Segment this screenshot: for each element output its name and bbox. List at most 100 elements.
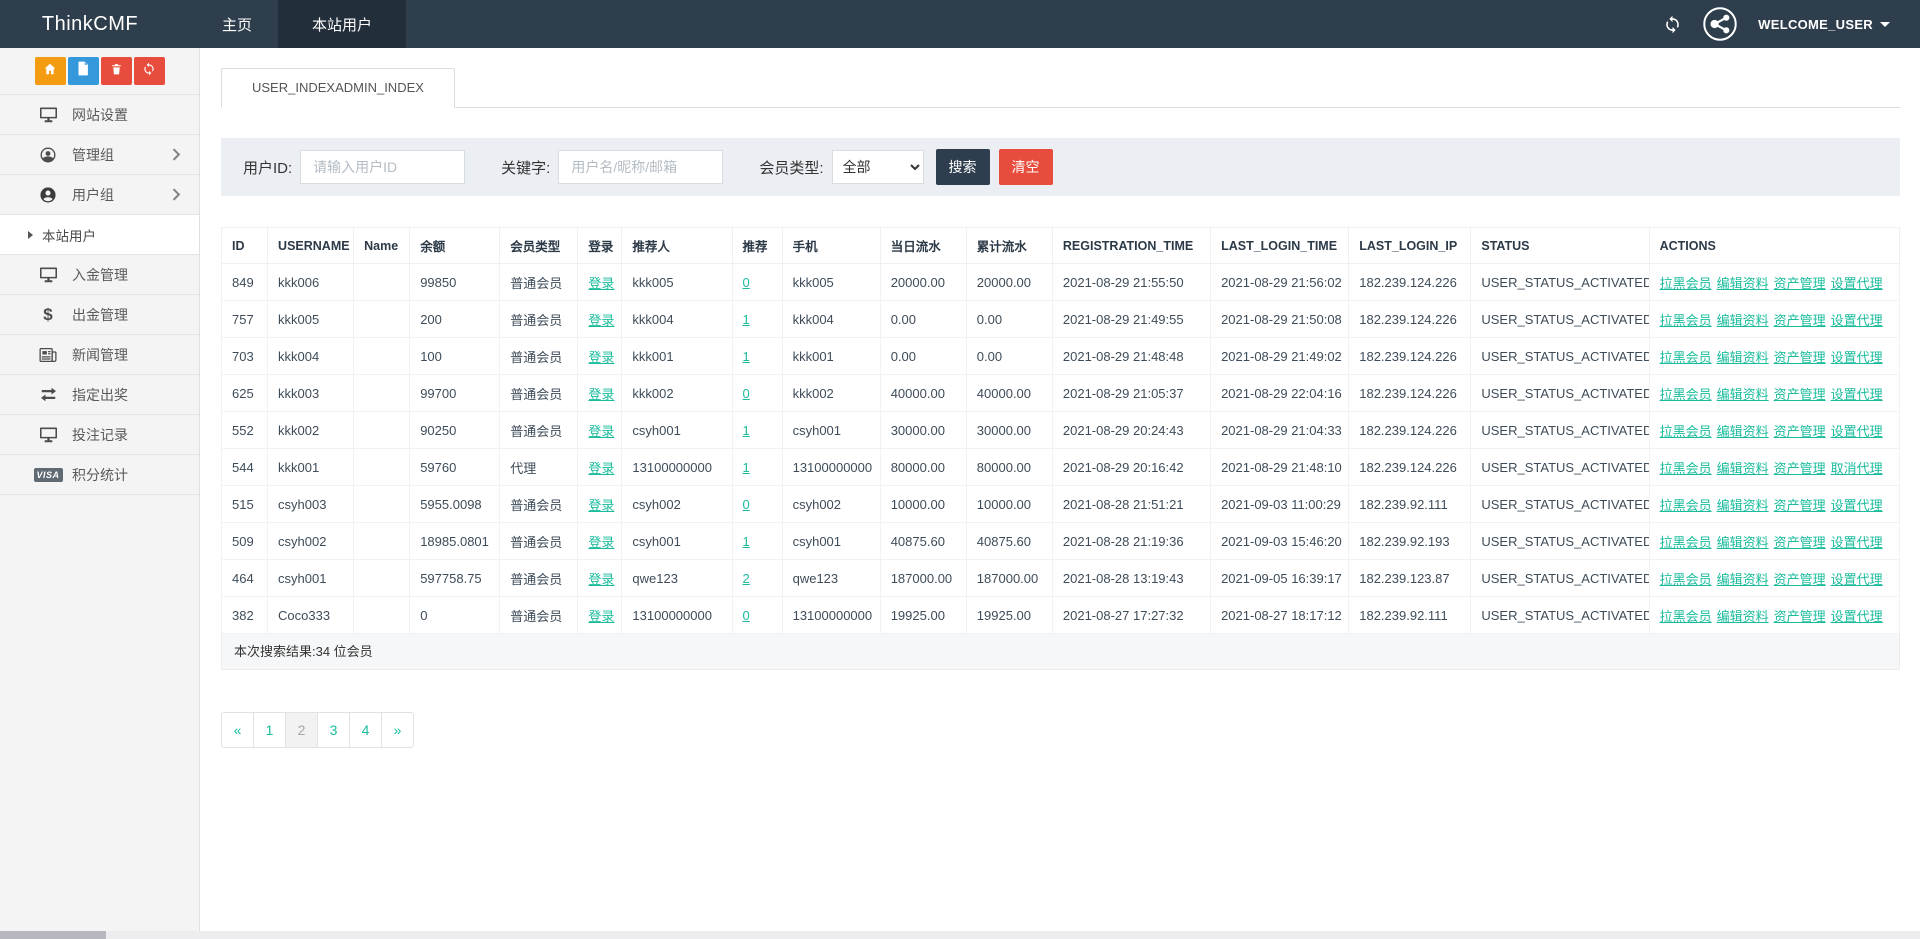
action-link-资产管理[interactable]: 资产管理 <box>1774 572 1826 587</box>
sidebar-quick-buttons <box>0 48 199 94</box>
page-item-»[interactable]: » <box>381 712 414 748</box>
action-link-编辑资料[interactable]: 编辑资料 <box>1717 313 1769 328</box>
search-button[interactable]: 搜索 <box>936 149 990 185</box>
action-link-编辑资料[interactable]: 编辑资料 <box>1717 535 1769 550</box>
sidebar-item-入金管理[interactable]: 入金管理 <box>0 255 199 295</box>
action-link-拉黑会员[interactable]: 拉黑会员 <box>1660 350 1712 365</box>
action-link-资产管理[interactable]: 资产管理 <box>1774 424 1826 439</box>
horizontal-scrollbar[interactable] <box>0 931 1920 939</box>
tab-user-index[interactable]: USER_INDEXADMIN_INDEX <box>221 68 455 108</box>
action-link-取消代理[interactable]: 取消代理 <box>1831 461 1883 476</box>
login-link[interactable]: 登录 <box>588 276 614 291</box>
action-link-编辑资料[interactable]: 编辑资料 <box>1717 424 1769 439</box>
action-link-拉黑会员[interactable]: 拉黑会员 <box>1660 276 1712 291</box>
referral-count-link[interactable]: 1 <box>743 312 750 327</box>
action-link-资产管理[interactable]: 资产管理 <box>1774 350 1826 365</box>
action-link-设置代理[interactable]: 设置代理 <box>1831 350 1883 365</box>
navbar-tab-home[interactable]: 主页 <box>196 0 278 48</box>
referral-count-link[interactable]: 1 <box>743 423 750 438</box>
action-link-资产管理[interactable]: 资产管理 <box>1774 461 1826 476</box>
referral-count-link[interactable]: 0 <box>743 386 750 401</box>
scrollbar-thumb[interactable] <box>0 931 106 939</box>
member-type-select[interactable]: 全部 <box>832 150 924 184</box>
keyword-input[interactable] <box>558 150 723 184</box>
cell-referrer: 13100000000 <box>622 449 732 486</box>
action-link-设置代理[interactable]: 设置代理 <box>1831 609 1883 624</box>
action-link-编辑资料[interactable]: 编辑资料 <box>1717 609 1769 624</box>
refresh-icon[interactable] <box>1663 15 1682 34</box>
login-link[interactable]: 登录 <box>588 498 614 513</box>
brand-logo[interactable]: ThinkCMF <box>0 0 180 48</box>
referral-count-link[interactable]: 1 <box>743 534 750 549</box>
referral-count-link[interactable]: 2 <box>743 571 750 586</box>
recycle-button[interactable] <box>134 57 165 85</box>
action-link-资产管理[interactable]: 资产管理 <box>1774 387 1826 402</box>
login-link[interactable]: 登录 <box>588 609 614 624</box>
action-link-编辑资料[interactable]: 编辑资料 <box>1717 387 1769 402</box>
action-link-设置代理[interactable]: 设置代理 <box>1831 498 1883 513</box>
sidebar-item-管理组[interactable]: 管理组 <box>0 135 199 175</box>
action-link-拉黑会员[interactable]: 拉黑会员 <box>1660 387 1712 402</box>
sidebar-item-积分统计[interactable]: VISA积分统计 <box>0 455 199 495</box>
action-link-拉黑会员[interactable]: 拉黑会员 <box>1660 609 1712 624</box>
user-id-input[interactable] <box>300 150 465 184</box>
action-link-编辑资料[interactable]: 编辑资料 <box>1717 350 1769 365</box>
login-link[interactable]: 登录 <box>588 535 614 550</box>
trash-button[interactable] <box>101 57 132 85</box>
cell-name <box>354 523 410 560</box>
action-link-拉黑会员[interactable]: 拉黑会员 <box>1660 461 1712 476</box>
action-link-资产管理[interactable]: 资产管理 <box>1774 276 1826 291</box>
referral-count-link[interactable]: 0 <box>743 497 750 512</box>
cell-ip: 182.239.124.226 <box>1349 264 1471 301</box>
action-link-设置代理[interactable]: 设置代理 <box>1831 387 1883 402</box>
action-link-拉黑会员[interactable]: 拉黑会员 <box>1660 572 1712 587</box>
action-link-拉黑会员[interactable]: 拉黑会员 <box>1660 313 1712 328</box>
login-link[interactable]: 登录 <box>588 387 614 402</box>
action-link-拉黑会员[interactable]: 拉黑会员 <box>1660 424 1712 439</box>
user-menu[interactable]: WELCOME_USER <box>1758 17 1890 32</box>
cell-ip: 182.239.124.226 <box>1349 338 1471 375</box>
action-link-设置代理[interactable]: 设置代理 <box>1831 535 1883 550</box>
action-link-资产管理[interactable]: 资产管理 <box>1774 609 1826 624</box>
navbar-tab-site-users[interactable]: 本站用户 <box>278 0 406 48</box>
action-link-设置代理[interactable]: 设置代理 <box>1831 276 1883 291</box>
referral-count-link[interactable]: 1 <box>743 460 750 475</box>
sidebar-item-新闻管理[interactable]: 新闻管理 <box>0 335 199 375</box>
sidebar-item-网站设置[interactable]: 网站设置 <box>0 95 199 135</box>
file-button[interactable] <box>68 57 99 85</box>
sidebar-item-本站用户[interactable]: 本站用户 <box>0 215 199 255</box>
page-item-3[interactable]: 3 <box>317 712 350 748</box>
clear-button[interactable]: 清空 <box>999 149 1053 185</box>
referral-count-link[interactable]: 1 <box>743 349 750 364</box>
action-link-设置代理[interactable]: 设置代理 <box>1831 424 1883 439</box>
action-link-编辑资料[interactable]: 编辑资料 <box>1717 498 1769 513</box>
action-link-资产管理[interactable]: 资产管理 <box>1774 313 1826 328</box>
home-button[interactable] <box>35 57 66 85</box>
action-link-编辑资料[interactable]: 编辑资料 <box>1717 461 1769 476</box>
page-item-4[interactable]: 4 <box>349 712 382 748</box>
sidebar-item-指定出奖[interactable]: 指定出奖 <box>0 375 199 415</box>
sidebar-item-用户组[interactable]: 用户组 <box>0 175 199 215</box>
action-link-拉黑会员[interactable]: 拉黑会员 <box>1660 498 1712 513</box>
cell-phone: csyh001 <box>782 523 880 560</box>
action-link-设置代理[interactable]: 设置代理 <box>1831 313 1883 328</box>
page-item-1[interactable]: 1 <box>253 712 286 748</box>
cell-id: 509 <box>222 523 268 560</box>
avatar[interactable] <box>1702 6 1738 42</box>
action-link-设置代理[interactable]: 设置代理 <box>1831 572 1883 587</box>
action-link-资产管理[interactable]: 资产管理 <box>1774 498 1826 513</box>
action-link-编辑资料[interactable]: 编辑资料 <box>1717 572 1769 587</box>
sidebar-item-出金管理[interactable]: $出金管理 <box>0 295 199 335</box>
page-item-«[interactable]: « <box>221 712 254 748</box>
login-link[interactable]: 登录 <box>588 313 614 328</box>
action-link-拉黑会员[interactable]: 拉黑会员 <box>1660 535 1712 550</box>
action-link-编辑资料[interactable]: 编辑资料 <box>1717 276 1769 291</box>
login-link[interactable]: 登录 <box>588 461 614 476</box>
sidebar-item-投注记录[interactable]: 投注记录 <box>0 415 199 455</box>
login-link[interactable]: 登录 <box>588 572 614 587</box>
login-link[interactable]: 登录 <box>588 350 614 365</box>
login-link[interactable]: 登录 <box>588 424 614 439</box>
referral-count-link[interactable]: 0 <box>743 275 750 290</box>
action-link-资产管理[interactable]: 资产管理 <box>1774 535 1826 550</box>
referral-count-link[interactable]: 0 <box>743 608 750 623</box>
